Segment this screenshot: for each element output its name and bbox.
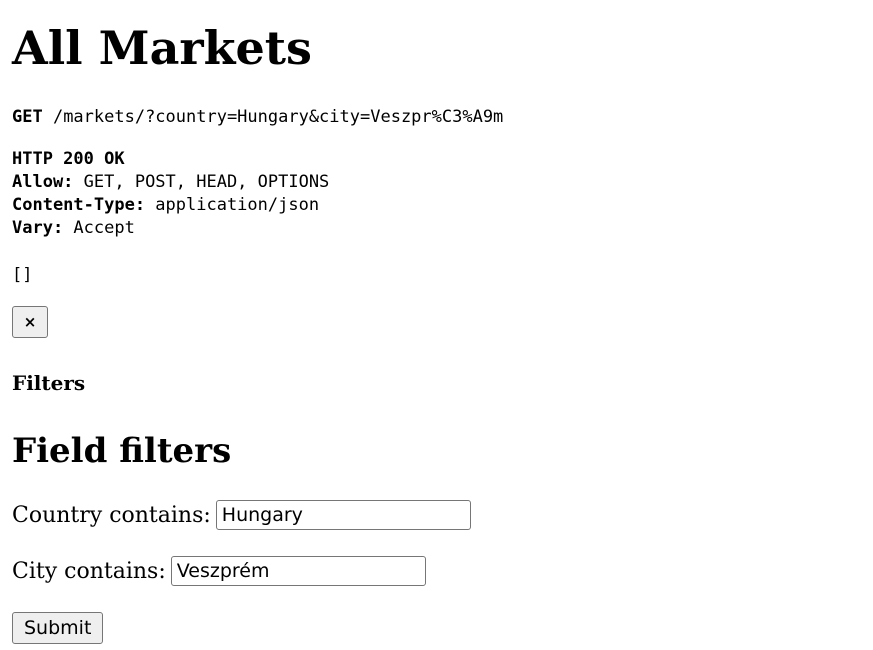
request-path: /markets/?country=Hungary&city=Veszpr%C3… (42, 107, 504, 127)
city-label: City contains: (12, 558, 166, 584)
filters-heading: Filters (12, 371, 86, 395)
header-allow-name: Allow: (12, 172, 74, 192)
country-input[interactable] (215, 500, 471, 530)
city-input[interactable] (170, 556, 426, 586)
header-content-type-value: application/json (145, 195, 320, 215)
country-label: Country contains: (12, 502, 211, 528)
header-content-type-name: Content-Type: (12, 195, 146, 215)
response-status: HTTP 200 OK (12, 149, 125, 169)
response-info: HTTP 200 OK Allow: GET, POST, HEAD, OPTI… (12, 148, 329, 240)
request-method: GET (12, 107, 43, 127)
request-line: GET /markets/?country=Hungary&city=Veszp… (12, 106, 503, 129)
header-vary-name: Vary: (12, 218, 64, 238)
header-allow-value: GET, POST, HEAD, OPTIONS (73, 172, 330, 192)
close-button[interactable]: × (12, 306, 48, 338)
submit-button[interactable]: Submit (12, 612, 104, 644)
city-filter-row: City contains: (12, 556, 426, 586)
page-title: All Markets (12, 21, 312, 75)
field-filters-heading: Field filters (12, 431, 232, 471)
header-vary-value: Accept (63, 218, 135, 238)
response-body: [] (12, 265, 33, 285)
country-filter-row: Country contains: (12, 500, 471, 530)
